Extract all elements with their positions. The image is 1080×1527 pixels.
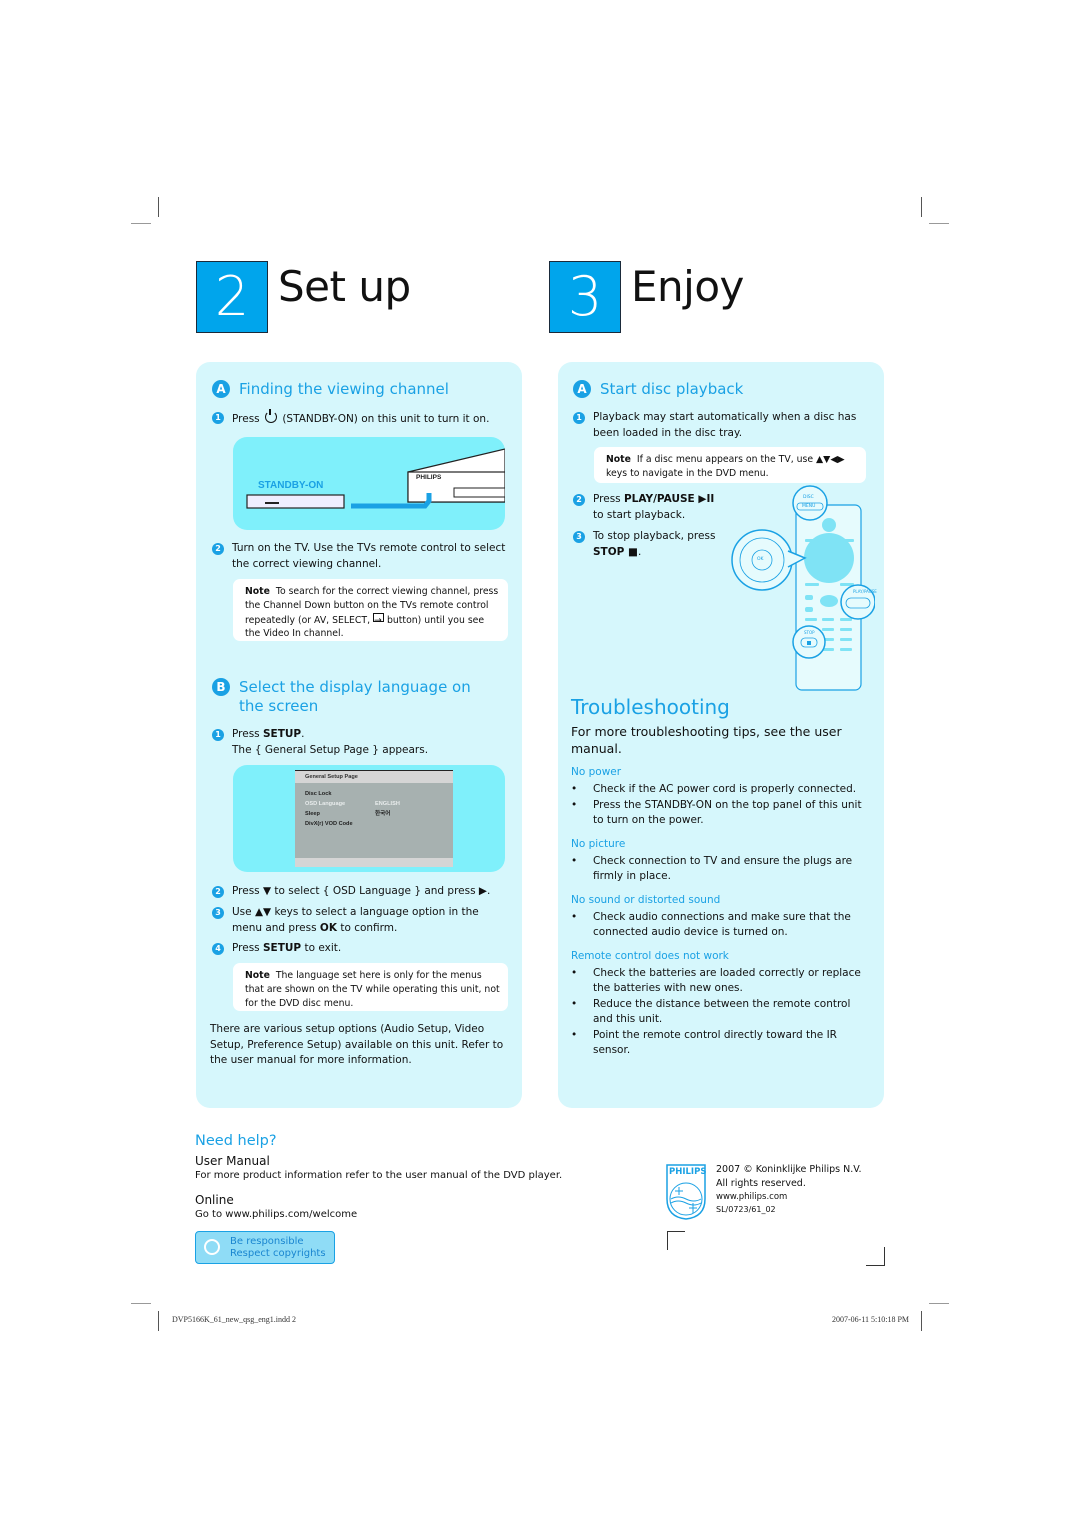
philips-logo: PHILIPS [665,1163,707,1221]
troubleshooting-item: Press the STANDBY-ON on the top panel of… [571,798,869,829]
remote-menu-label: MENU [802,504,816,509]
troubleshooting-heading: No sound or distorted sound [571,893,721,906]
copyright-line: SL/0723/61_02 [716,1205,776,1214]
copyright-line: www.philips.com [716,1192,788,1202]
step-text: Press ▼ to select { OSD Language } and p… [232,885,491,897]
crop-mark [131,223,151,224]
troubleshooting-heading: Remote control does not work [571,949,729,962]
crop-mark [866,1265,884,1266]
print-slug-timestamp: 2007-06-11 5:10:18 PM [832,1315,910,1324]
note-box: Note If a disc menu appears on the TV, u… [594,447,866,483]
troubleshooting-heading: No power [571,766,622,778]
step-text: Press PLAY/PAUSE ▶II to start playback. [593,493,715,521]
step-3-badge: 3 [549,261,621,333]
step-number-badge: 2 [212,886,224,898]
section-title: Finding the viewing channel [239,380,449,398]
step-text: Press (STANDBY-ON) on this unit to turn … [232,409,517,428]
remote-play-pause-label: PLAY/PAUSE [853,589,877,594]
crop-mark [158,197,159,217]
osd-menu-item: DivX(r) VOD Code [305,821,353,827]
troubleshooting-heading: No picture [571,837,626,850]
step-number-badge: 3 [573,531,585,543]
crop-mark [929,1303,949,1304]
step-text: Use ▲▼ keys to select a language option … [232,906,479,934]
standby-on-label: STANDBY-ON [258,480,324,491]
section-title: Select the display language on the scree… [239,678,471,715]
remote-disc-label: DISC [803,495,814,500]
crop-mark [921,197,922,217]
enjoy-title: Enjoy [631,262,744,311]
osd-menu-item: OSD Language ENGLISH [305,801,400,807]
osd-title: General Setup Page [295,771,453,783]
osd-illustration: General Setup Page Disc Lock OSD Language… [233,765,505,872]
copyright-line: All rights reserved. [716,1178,806,1189]
troubleshooting-item: Check audio connections and make sure th… [571,910,869,941]
section-letter-badge: A [212,380,230,398]
step-number-badge: 2 [212,543,224,555]
note-box: Note The language set here is only for t… [233,963,508,1011]
online-heading: Online [195,1193,234,1207]
help-title: Need help? [195,1133,277,1149]
crop-mark [667,1231,685,1232]
step-number-badge: 1 [212,729,224,741]
crop-mark [667,1231,668,1250]
troubleshooting-item: Check connection to TV and ensure the pl… [571,854,869,885]
setup-options-text: There are various setup options (Audio S… [210,1023,504,1066]
troubleshooting-item: Reduce the distance between the remote c… [571,997,869,1028]
user-manual-text: For more product information refer to th… [195,1170,563,1181]
crop-mark [158,1311,159,1331]
step-text: To stop playback, press STOP ■. [593,530,716,558]
setup-title: Set up [278,262,411,311]
crop-mark [884,1247,885,1266]
osd-screen: General Setup Page Disc Lock OSD Language… [295,770,453,867]
online-text: Go to www.philips.com/welcome [195,1209,358,1220]
philips-brand-label: PHILIPS [416,474,442,481]
note-label: Note [606,454,631,465]
step-number-badge: 1 [212,412,224,424]
step-number-badge: 1 [573,412,585,424]
step-number-badge: 2 [573,494,585,506]
section-b-heading: B Select the display language on the scr… [212,678,512,716]
crop-mark [929,223,949,224]
standby-illustration: STANDBY-ON PHILIPS [233,437,505,530]
step-2-badge: 2 [196,261,268,333]
step-text: Turn on the TV. Use the TVs remote contr… [232,542,506,570]
step-text: Press SETUP. The { General Setup Page } … [232,728,429,756]
crop-mark [921,1311,922,1331]
remote-ok-label: OK [757,557,764,562]
remote-stop-label: STOP [804,630,815,635]
section-title: Start disc playback [600,380,744,398]
philips-logo-text: PHILIPS [669,1167,707,1177]
step-number-badge: 3 [212,907,224,919]
user-manual-heading: User Manual [195,1154,270,1168]
print-slug-file: DVP5166K_61_new_qsg_eng1.indd 2 [172,1315,296,1324]
troubleshooting-intro: For more troubleshooting tips, see the u… [571,724,842,756]
troubleshooting-item: Point the remote control directly toward… [571,1028,869,1059]
section-letter-badge: A [573,380,591,398]
note-box: Note To search for the correct viewing c… [233,579,508,641]
respect-copyrights-badge: Be responsible Respect copyrights [195,1231,335,1264]
troubleshooting-title: Troubleshooting [571,695,730,719]
note-label: Note [245,586,270,597]
step-text: Press SETUP to exit. [232,942,342,954]
power-icon [264,409,277,423]
section-letter-badge: B [212,678,230,696]
troubleshooting-item: Check the batteries are loaded correctly… [571,966,869,997]
copyright-line: 2007 © Koninklijke Philips N.V. [716,1164,862,1175]
crop-mark [131,1303,151,1304]
section-a-heading: A Start disc playback [573,380,743,399]
smiley-icon [204,1239,220,1255]
troubleshooting-item: Check if the AC power cord is properly c… [571,782,869,798]
osd-menu-item: Sleep 한국어 [305,811,391,817]
note-label: Note [245,970,270,981]
step-number-badge: 4 [212,943,224,955]
step-text: Playback may start automatically when a … [593,411,857,439]
input-source-icon: → [373,612,385,626]
section-a-heading: A Finding the viewing channel [212,380,449,399]
osd-menu-item: Disc Lock [305,791,332,797]
